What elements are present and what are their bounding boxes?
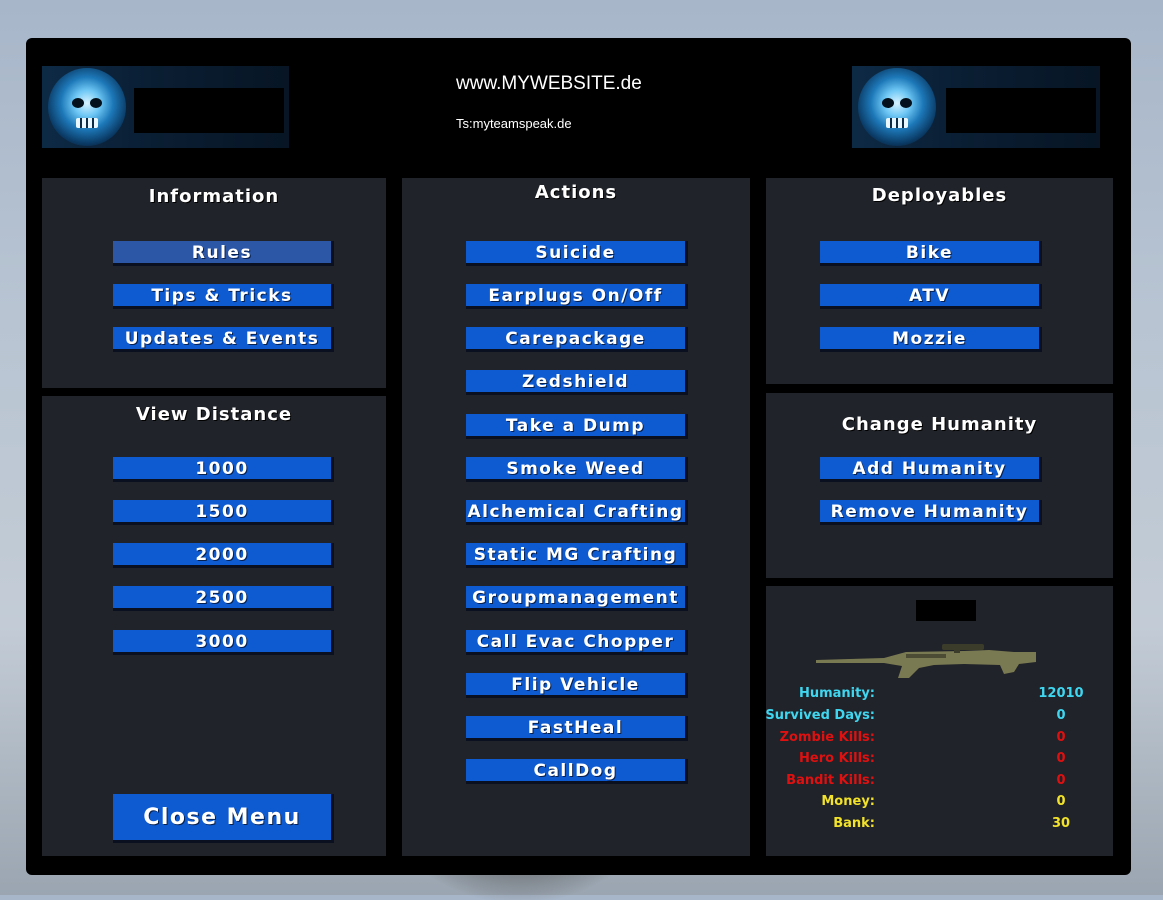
stat-row-money: Money: 0 (766, 794, 1113, 816)
carepackage-button[interactable]: Carepackage (466, 327, 688, 352)
actions-title: Actions (534, 182, 618, 203)
call-evac-chopper-button[interactable]: Call Evac Chopper (466, 630, 688, 655)
alchemical-crafting-button[interactable]: Alchemical Crafting (466, 500, 688, 525)
mozzie-button[interactable]: Mozzie (820, 327, 1042, 352)
rifle-icon (816, 644, 1036, 678)
redacted-banner (134, 88, 284, 133)
redacted-player-name (916, 600, 976, 621)
view-distance-2500-button[interactable]: 2500 (113, 586, 334, 611)
stat-row-bank: Bank: 30 (766, 816, 1113, 838)
atv-button[interactable]: ATV (820, 284, 1042, 309)
stat-value: 0 (1056, 773, 1066, 788)
teamspeak-text: Ts:myteamspeak.de (456, 116, 572, 131)
zedshield-button[interactable]: Zedshield (466, 370, 688, 395)
earplugs-button[interactable]: Earplugs On/Off (466, 284, 688, 309)
stat-label: Bank: (833, 816, 875, 831)
redacted-banner (946, 88, 1096, 133)
website-text: www.MYWEBSITE.de (456, 73, 642, 94)
stat-label: Hero Kills: (799, 751, 875, 766)
remove-humanity-button[interactable]: Remove Humanity (820, 500, 1042, 525)
stat-label: Survived Days: (765, 708, 875, 723)
stat-row-zombie-kills: Zombie Kills: 0 (766, 730, 1113, 752)
view-distance-1000-button[interactable]: 1000 (113, 457, 334, 482)
view-distance-1500-button[interactable]: 1500 (113, 500, 334, 525)
skull-logo-icon (48, 68, 126, 146)
take-a-dump-button[interactable]: Take a Dump (466, 414, 688, 439)
stat-label: Humanity: (798, 686, 875, 701)
player-stats-panel: Humanity: 12010 Survived Days: 0 Zombie … (765, 586, 1113, 856)
fastheal-button[interactable]: FastHeal (466, 716, 688, 741)
rules-button[interactable]: Rules (113, 241, 334, 266)
stat-value: 30 (1051, 816, 1071, 831)
stat-label: Money: (821, 794, 875, 809)
stat-label: Zombie Kills: (779, 730, 875, 745)
stat-row-humanity: Humanity: 12010 (766, 686, 1113, 708)
groupmanagement-button[interactable]: Groupmanagement (466, 586, 688, 611)
change-humanity-panel: Change Humanity Add Humanity Remove Huma… (766, 393, 1113, 578)
close-menu-button[interactable]: Close Menu (113, 794, 334, 843)
calldog-button[interactable]: CallDog (466, 759, 688, 784)
tips-tricks-button[interactable]: Tips & Tricks (113, 284, 334, 309)
static-mg-crafting-button[interactable]: Static MG Crafting (466, 543, 688, 568)
view-distance-2000-button[interactable]: 2000 (113, 543, 334, 568)
view-distance-title: View Distance (135, 404, 293, 425)
deployables-panel: Deployables Bike ATV Mozzie (766, 178, 1113, 384)
view-distance-panel: View Distance 1000 1500 2000 2500 3000 C… (42, 396, 386, 856)
information-title: Information (148, 186, 280, 207)
updates-events-button[interactable]: Updates & Events (113, 327, 334, 352)
add-humanity-button[interactable]: Add Humanity (820, 457, 1042, 482)
stat-row-hero-kills: Hero Kills: 0 (766, 751, 1113, 773)
menu-header: www.MYWEBSITE.de Ts:myteamspeak.de (26, 38, 1131, 168)
skull-logo-icon (858, 68, 936, 146)
smoke-weed-button[interactable]: Smoke Weed (466, 457, 688, 482)
stat-row-survived-days: Survived Days: 0 (765, 708, 1113, 730)
flip-vehicle-button[interactable]: Flip Vehicle (466, 673, 688, 698)
stat-value: 12010 (1038, 686, 1084, 701)
bike-button[interactable]: Bike (820, 241, 1042, 266)
server-logo-left (42, 66, 289, 148)
deployables-title: Deployables (871, 185, 1008, 206)
view-distance-3000-button[interactable]: 3000 (113, 630, 334, 655)
stat-label: Bandit Kills: (786, 773, 875, 788)
server-logo-right (852, 66, 1100, 148)
information-panel: Information Rules Tips & Tricks Updates … (42, 178, 386, 388)
stat-value: 0 (1056, 794, 1066, 809)
stat-value: 0 (1056, 730, 1066, 745)
suicide-button[interactable]: Suicide (466, 241, 688, 266)
stat-value: 0 (1056, 708, 1066, 723)
actions-panel: Actions Suicide Earplugs On/Off Carepack… (402, 178, 750, 856)
change-humanity-title: Change Humanity (841, 414, 1038, 435)
player-menu-window: www.MYWEBSITE.de Ts:myteamspeak.de Infor… (26, 38, 1131, 875)
stat-row-bandit-kills: Bandit Kills: 0 (766, 773, 1113, 795)
stat-value: 0 (1056, 751, 1066, 766)
